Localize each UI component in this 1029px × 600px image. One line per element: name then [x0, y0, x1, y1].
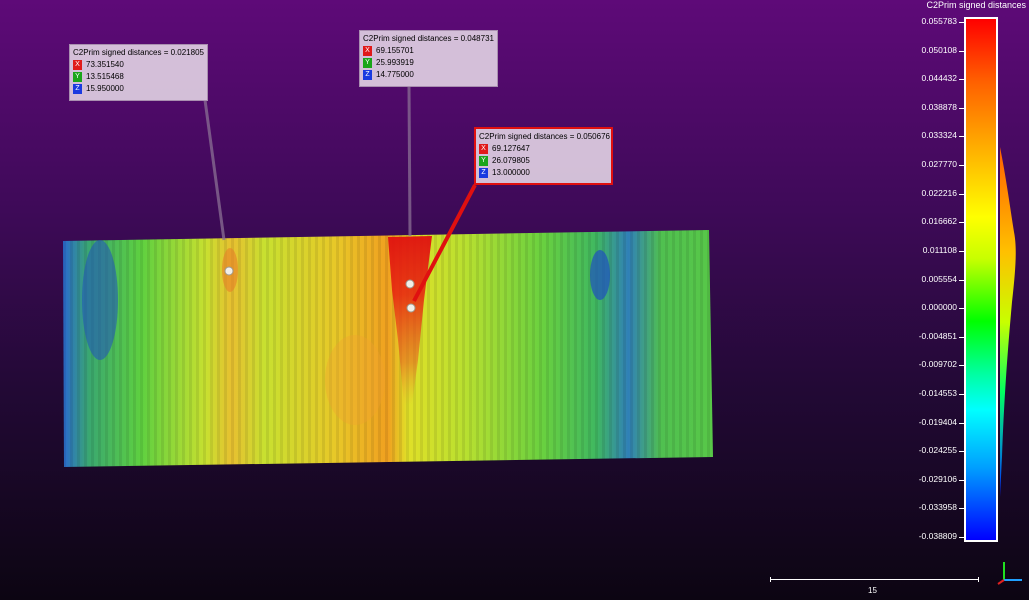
coord-row-z: Z 15.950000: [73, 83, 204, 94]
point-label-2[interactable]: C2Prim signed distances = 0.048731 X 69.1…: [359, 30, 498, 87]
label-title: C2Prim signed distances = 0.048731: [363, 34, 494, 43]
scale-tick-label: 0.038878: [921, 101, 957, 112]
x-tag-icon: X: [479, 143, 488, 154]
x-tag-icon: X: [73, 59, 82, 70]
scale-tick-label: -0.024255: [918, 445, 957, 456]
coord-row-y: Y 13.515468: [73, 71, 204, 82]
z-tag-icon: Z: [479, 167, 488, 178]
scale-tick-label: -0.019404: [918, 416, 957, 427]
scale-tick-label: -0.038809: [918, 531, 957, 541]
scale-tick-label: 0.005554: [921, 273, 957, 284]
ruler-tick-left: [770, 577, 771, 582]
scale-tick-mark: [959, 365, 964, 367]
ruler-line: [770, 579, 979, 580]
ruler-value: 15: [868, 586, 877, 595]
coord-value-y: 13.515468: [86, 72, 124, 81]
z-tag-icon: Z: [73, 83, 82, 94]
y-tag-icon: Y: [479, 155, 488, 166]
scale-tick-mark: [959, 79, 964, 81]
coord-row-z: Z 14.775000: [363, 69, 494, 80]
scale-tick-label: 0.044432: [921, 73, 957, 84]
y-tag-icon: Y: [363, 57, 372, 68]
coord-value-x: 73.351540: [86, 60, 124, 69]
scale-ruler: [770, 577, 979, 583]
scale-tick-mark: [959, 193, 964, 195]
scale-tick-mark: [959, 136, 964, 138]
scale-tick-label: -0.009702: [918, 359, 957, 370]
scale-tick-mark: [959, 165, 964, 167]
scale-tick-label: -0.029106: [918, 473, 957, 484]
scale-tick-label: -0.033958: [918, 502, 957, 513]
scale-tick-label: 0.011108: [922, 244, 957, 255]
coord-row-z: Z 13.000000: [479, 167, 608, 178]
scale-tick-label: 0.050108: [921, 44, 957, 55]
scale-tick-mark: [959, 308, 964, 310]
scale-tick-mark: [959, 336, 964, 338]
ruler-tick-right: [978, 577, 979, 582]
coord-value-z: 15.950000: [86, 84, 124, 93]
scale-tick-label: 0.016662: [921, 216, 957, 227]
coord-value-x: 69.127647: [492, 144, 530, 153]
distance-histogram: [1000, 147, 1016, 497]
scale-tick-label: -0.004851: [918, 330, 957, 341]
y-tag-icon: Y: [73, 71, 82, 82]
coord-row-y: Y 26.079805: [479, 155, 608, 166]
3d-viewport[interactable]: C2Prim signed distances = 0.021805 X 73.3…: [0, 0, 1029, 600]
coord-value-x: 69.155701: [376, 46, 414, 55]
coord-value-z: 14.775000: [376, 70, 414, 79]
x-tag-icon: X: [363, 45, 372, 56]
scale-tick-mark: [959, 451, 964, 453]
coord-row-x: X 73.351540: [73, 59, 204, 70]
coord-row-y: Y 25.993919: [363, 57, 494, 68]
label-title: C2Prim signed distances = 0.021805: [73, 48, 204, 57]
coord-row-x: X 69.155701: [363, 45, 494, 56]
scale-tick-mark: [959, 222, 964, 224]
coord-row-x: X 69.127647: [479, 143, 608, 154]
scale-tick-label: 0.000000: [921, 302, 957, 313]
point-label-1[interactable]: C2Prim signed distances = 0.021805 X 73.3…: [69, 44, 208, 101]
scale-tick-mark: [959, 279, 964, 281]
coord-value-z: 13.000000: [492, 168, 530, 177]
scale-tick-mark: [959, 479, 964, 481]
scale-tick-mark: [959, 393, 964, 395]
scale-tick-mark: [959, 508, 964, 510]
scale-tick-label: 0.033324: [921, 130, 957, 141]
z-tag-icon: Z: [363, 69, 372, 80]
scale-tick-mark: [959, 537, 964, 538]
coord-value-y: 26.079805: [492, 156, 530, 165]
color-scale-title: C2Prim signed distances: [926, 0, 1026, 10]
scale-tick-mark: [959, 250, 964, 252]
scale-tick-label: 0.055783: [921, 16, 957, 26]
label-title: C2Prim signed distances = 0.050676: [479, 132, 610, 141]
scale-tick-mark: [959, 107, 964, 109]
coord-value-y: 25.993919: [376, 58, 414, 67]
scale-tick-label: 0.022216: [921, 187, 957, 198]
point-label-3-selected[interactable]: C2Prim signed distances = 0.050676 X 69.1…: [474, 127, 613, 185]
scale-tick-mark: [959, 22, 964, 23]
axis-trihedron-icon: [997, 562, 1022, 585]
scale-tick-mark: [959, 50, 964, 52]
scale-tick-mark: [959, 422, 964, 424]
scale-tick-label: -0.014553: [918, 387, 957, 398]
color-scale-bar: [964, 17, 998, 542]
scale-tick-label: 0.027770: [921, 159, 957, 170]
